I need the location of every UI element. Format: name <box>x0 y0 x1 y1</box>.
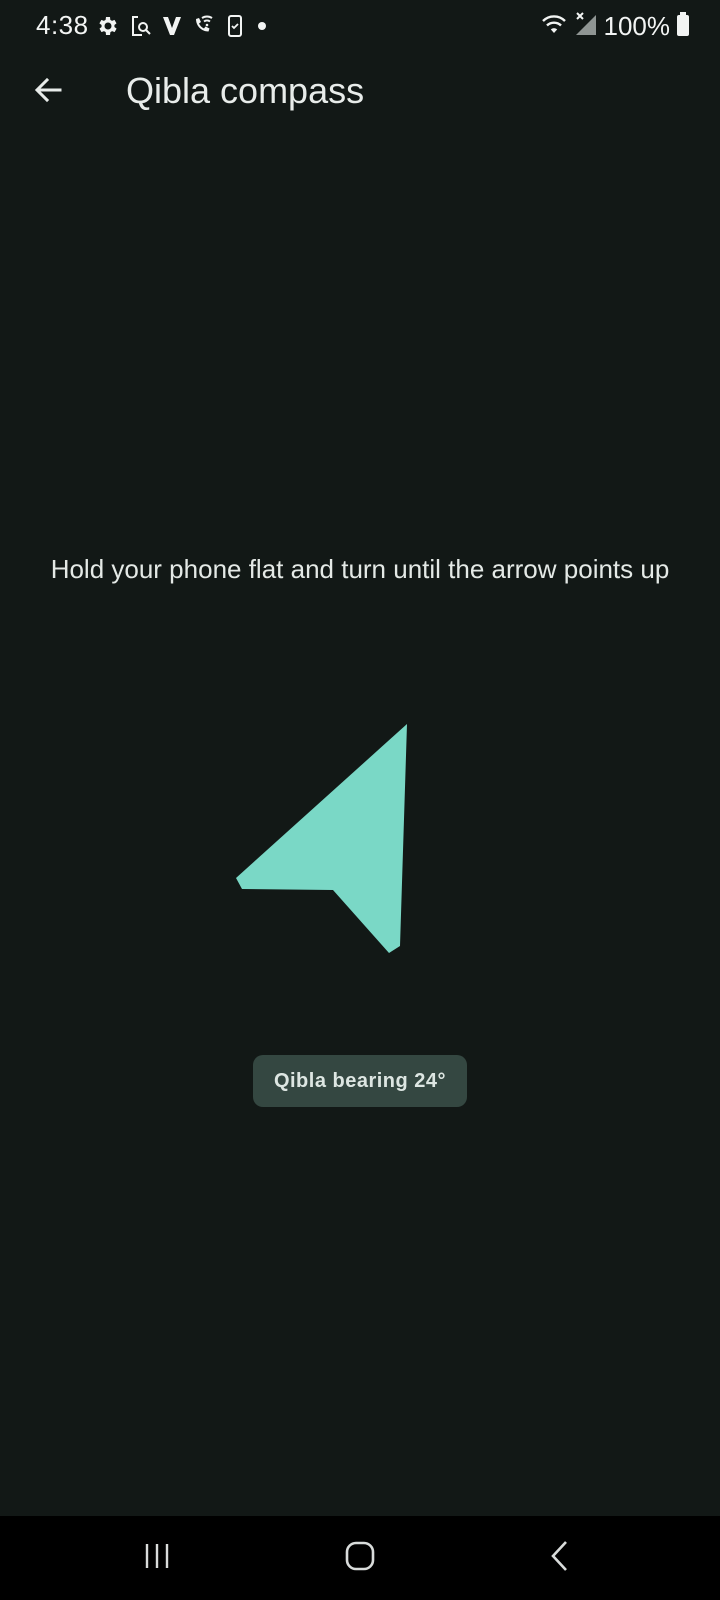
dot-icon <box>254 14 270 38</box>
system-status-icons: 100% <box>540 10 691 42</box>
recents-button[interactable] <box>97 1516 217 1600</box>
back-button[interactable] <box>24 68 72 116</box>
qibla-arrow <box>200 700 520 980</box>
nav-back-button[interactable] <box>500 1516 620 1600</box>
home-icon <box>344 1540 376 1577</box>
recents-icon <box>142 1541 172 1576</box>
status-bar: 4:38 100% <box>0 0 720 52</box>
qibla-bearing-chip: Qibla bearing 24° <box>253 1055 467 1107</box>
home-button[interactable] <box>300 1516 420 1600</box>
app-bar: Qibla compass <box>0 56 720 128</box>
phone-check-icon <box>226 14 244 38</box>
arrow-left-icon <box>32 74 64 111</box>
notification-icons <box>96 12 270 40</box>
gear-icon <box>96 14 120 38</box>
battery-percent: 100% <box>603 10 671 41</box>
status-time: 4:38 <box>36 10 89 40</box>
instruction-text: Hold your phone flat and turn until the … <box>50 554 670 584</box>
screen-search-icon <box>130 14 152 38</box>
system-nav-bar <box>0 1516 720 1600</box>
navigation-arrow-icon <box>236 724 407 953</box>
wifi-icon <box>540 12 568 41</box>
signal-no-service-icon <box>574 11 598 42</box>
page-title: Qibla compass <box>126 70 365 111</box>
qibla-compass-screen: 4:38 100% Qibla compass Hold your phone … <box>0 0 720 1600</box>
chevron-left-icon <box>546 1539 574 1578</box>
wifi-call-icon <box>192 14 216 38</box>
battery-icon <box>676 11 690 42</box>
v-icon <box>162 15 182 37</box>
